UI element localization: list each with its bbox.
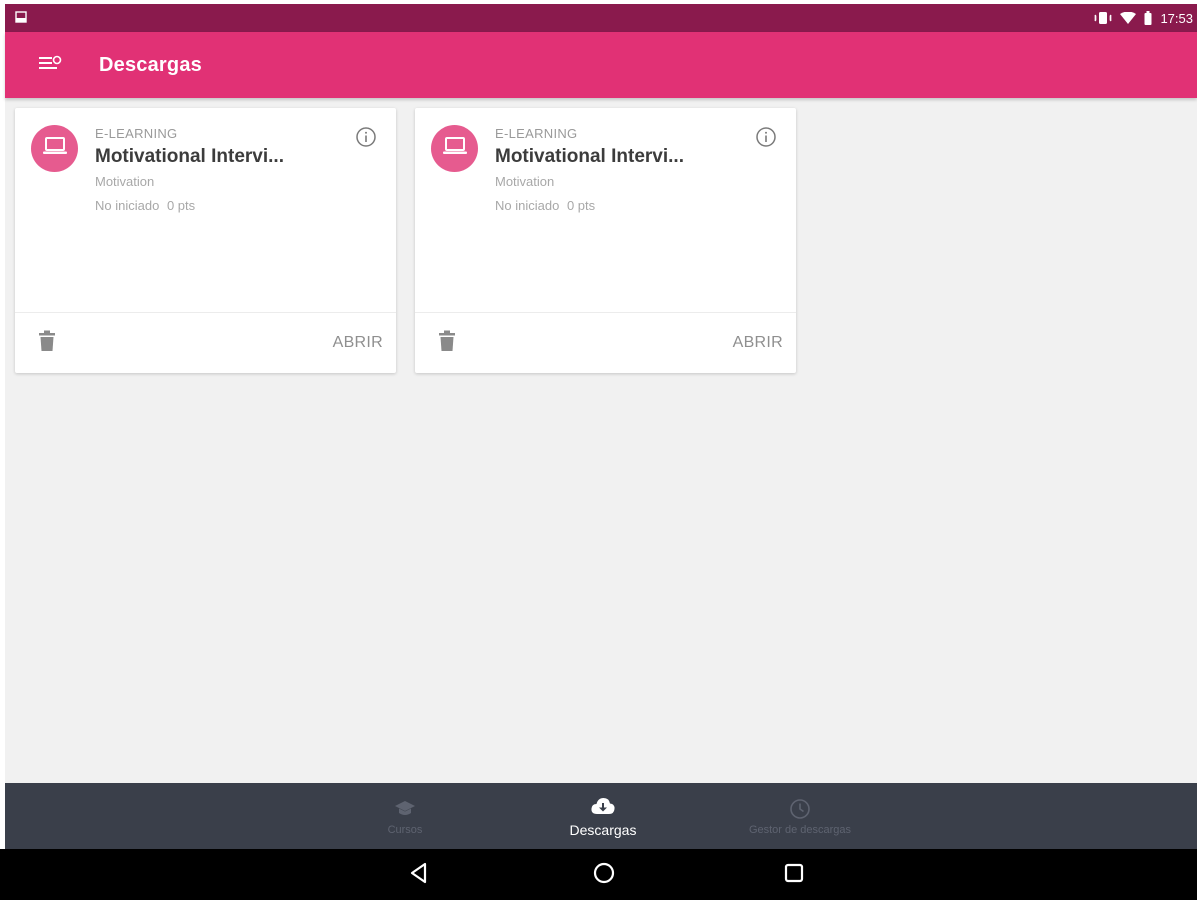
card-body[interactable]: E-LEARNING Motivational Intervi... Motiv… (15, 108, 396, 312)
points-text: 0 pts (166, 198, 196, 213)
system-nav-bar (0, 849, 1197, 900)
status-bar-left (15, 10, 27, 26)
clock-icon (789, 797, 811, 821)
info-icon (354, 127, 378, 153)
menu-button[interactable] (27, 42, 73, 88)
home-icon (592, 861, 616, 890)
wifi-icon (1120, 11, 1137, 25)
course-status: No iniciado 0 pts (95, 198, 345, 213)
course-status: No iniciado 0 pts (495, 198, 745, 213)
recent-apps-icon (783, 862, 805, 889)
page-title: Descargas (99, 53, 202, 76)
nav-label-courses: Cursos (387, 823, 423, 836)
vibrate-icon (1094, 11, 1113, 25)
nav-item-downloads[interactable]: Descargas (548, 783, 658, 849)
laptop-icon (42, 136, 68, 161)
battery-icon (1144, 11, 1152, 25)
course-title: Motivational Intervi... (95, 146, 284, 167)
recent-apps-button[interactable] (781, 862, 807, 888)
home-button[interactable] (591, 862, 617, 888)
points-text: 0 pts (566, 198, 596, 213)
course-type: E-LEARNING (495, 126, 578, 141)
status-bar-right: 17:53 (1094, 11, 1193, 26)
card-actions: ABRIR (15, 313, 396, 373)
laptop-icon (442, 136, 468, 161)
status-text: No iniciado (495, 198, 560, 213)
open-button[interactable]: ABRIR (333, 334, 383, 352)
app-bar: Descargas (5, 32, 1197, 98)
back-icon (409, 862, 429, 889)
info-button[interactable] (354, 125, 378, 149)
download-card[interactable]: E-LEARNING Motivational Intervi... Motiv… (15, 108, 396, 373)
notification-icon (15, 10, 27, 26)
open-button[interactable]: ABRIR (733, 334, 783, 352)
nav-label-downloads: Descargas (569, 822, 637, 838)
status-text: No iniciado (95, 198, 160, 213)
trash-icon (39, 330, 55, 357)
status-bar: 17:53 (5, 4, 1197, 32)
course-type: E-LEARNING (95, 126, 178, 141)
card-text: E-LEARNING Motivational Intervi... Motiv… (95, 126, 345, 213)
status-time: 17:53 (1160, 10, 1193, 26)
nav-item-courses[interactable]: Cursos (355, 783, 455, 849)
nav-label-download-manager: Gestor de descargas (748, 823, 852, 836)
course-avatar (31, 125, 78, 172)
back-button[interactable] (406, 862, 432, 888)
card-body[interactable]: E-LEARNING Motivational Intervi... Motiv… (415, 108, 796, 312)
course-subtitle: Motivation (495, 174, 555, 189)
info-icon (754, 127, 778, 153)
delete-button[interactable] (37, 330, 57, 356)
course-title: Motivational Intervi... (495, 146, 684, 167)
info-button[interactable] (754, 125, 778, 149)
trash-icon (439, 330, 455, 357)
graduation-cap-icon (394, 797, 416, 821)
card-text: E-LEARNING Motivational Intervi... Motiv… (495, 126, 745, 213)
card-actions: ABRIR (415, 313, 796, 373)
cloud-download-icon (590, 794, 616, 818)
nav-item-download-manager[interactable]: Gestor de descargas (720, 783, 880, 849)
menu-icon (38, 54, 62, 77)
bottom-nav: Cursos Descargas Gestor de descargas (5, 783, 1197, 849)
download-card[interactable]: E-LEARNING Motivational Intervi... Motiv… (415, 108, 796, 373)
downloads-list: E-LEARNING Motivational Intervi... Motiv… (5, 98, 1197, 783)
course-subtitle: Motivation (95, 174, 155, 189)
delete-button[interactable] (437, 330, 457, 356)
course-avatar (431, 125, 478, 172)
